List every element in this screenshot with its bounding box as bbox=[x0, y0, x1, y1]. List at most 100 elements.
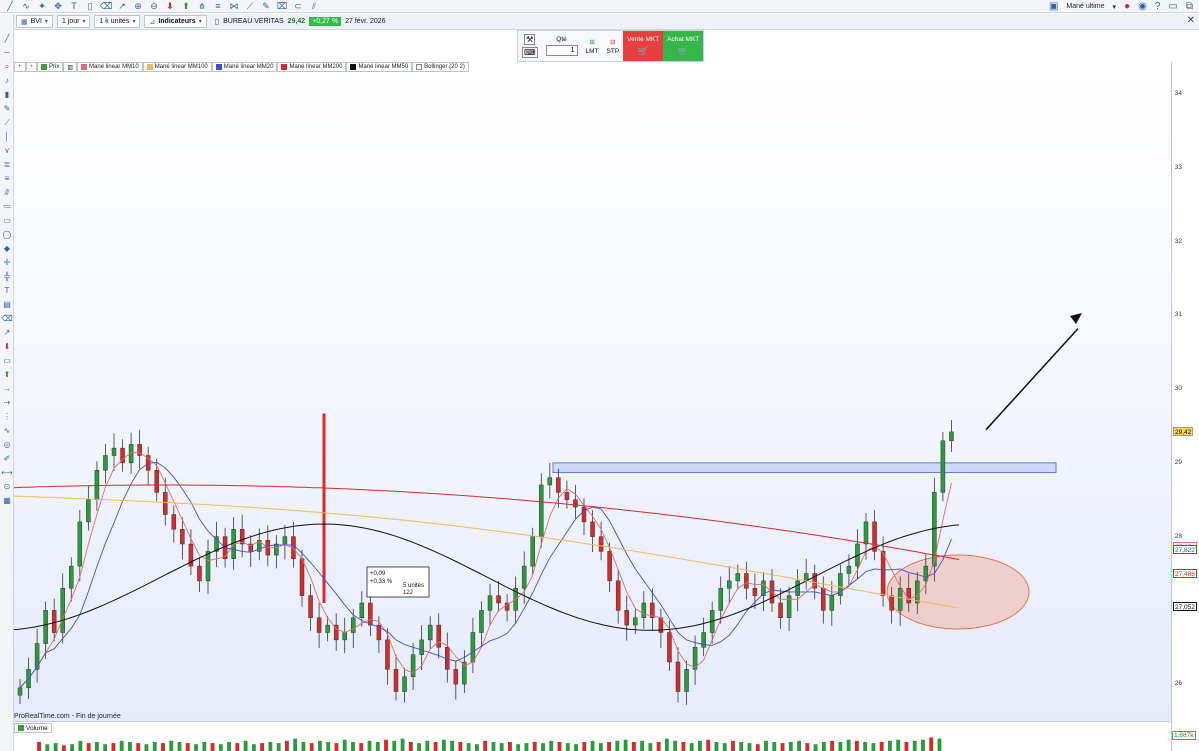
pencil-tool-icon[interactable]: ✐ bbox=[1, 454, 13, 464]
cycles-icon[interactable]: ⊙ bbox=[1, 482, 13, 492]
lines-icon[interactable]: ⫽ bbox=[308, 1, 320, 12]
parallel-icon[interactable]: ≔ bbox=[1, 202, 13, 212]
buy-market-button[interactable]: Achat MKT 🛒 bbox=[663, 31, 704, 61]
eraser-icon[interactable]: ⌧ bbox=[276, 1, 288, 12]
sound-icon[interactable]: ◉ bbox=[1138, 1, 1147, 12]
candle-body bbox=[752, 588, 758, 596]
volume-bar bbox=[830, 740, 835, 751]
delete-icon[interactable]: ⌫ bbox=[1, 314, 13, 324]
pencil-icon[interactable]: ✎ bbox=[260, 1, 272, 12]
lmt-button[interactable]: ⊞ LMT bbox=[582, 31, 603, 61]
quote-mode-select[interactable]: Mané ultime bbox=[1066, 3, 1104, 10]
retrace-icon[interactable]: ≣ bbox=[1, 160, 13, 170]
arrow-up-green-icon[interactable]: ⬆ bbox=[180, 1, 192, 12]
measure-icon[interactable]: ⟷ bbox=[1, 468, 13, 478]
channel-icon[interactable]: ≡ bbox=[212, 1, 224, 12]
trash-icon[interactable]: ⌫ bbox=[100, 1, 113, 12]
help-icon[interactable]: ? bbox=[1155, 1, 1161, 12]
price-axis[interactable]: 34333231302928272629,4227,85427,82227,48… bbox=[1171, 62, 1199, 751]
zoom-tool-icon[interactable]: ⌕ bbox=[1, 62, 13, 72]
volume-chart[interactable] bbox=[14, 721, 1171, 751]
legend-item-price[interactable]: Prix bbox=[37, 62, 64, 72]
buy-arrow-icon[interactable]: ⬆ bbox=[1, 370, 13, 380]
note-icon[interactable]: ▤ bbox=[1, 300, 13, 310]
wave-icon[interactable]: ∿ bbox=[1, 426, 13, 436]
trend-icon[interactable]: ⟋ bbox=[1, 118, 13, 128]
ticker-select[interactable]: ▦ BVI ▾ bbox=[16, 15, 53, 28]
stp-button[interactable]: ⊟ STP bbox=[603, 31, 624, 61]
wrench-icon[interactable]: ⚒ bbox=[524, 34, 536, 45]
close-icon[interactable]: ✕ bbox=[1187, 15, 1195, 26]
legend-add-button[interactable]: + bbox=[14, 62, 26, 72]
arrow-icon[interactable]: ↗ bbox=[1, 328, 13, 338]
bars-icon: ▥ bbox=[67, 64, 74, 71]
arrow-down-red-icon[interactable]: ⬇ bbox=[164, 1, 176, 12]
candle-body bbox=[154, 470, 159, 493]
ma-50-line bbox=[14, 523, 960, 631]
units-select[interactable]: 1 k unités ▾ bbox=[94, 15, 141, 28]
candle-body bbox=[94, 470, 100, 500]
move-icon[interactable]: ✥ bbox=[52, 1, 64, 12]
screen-icon[interactable]: ▭ bbox=[1168, 1, 1177, 12]
document-icon[interactable]: ▯ bbox=[84, 1, 96, 12]
alert-icon[interactable]: ● bbox=[1124, 1, 1130, 12]
indicators-button[interactable]: ⊿ Indicateurs ▾ bbox=[144, 15, 207, 28]
order-settings[interactable]: ⚒ ⌨ bbox=[518, 31, 542, 61]
legend-item-mm200[interactable]: Mané linear MM200 bbox=[277, 62, 347, 72]
legend-item-mm20[interactable]: Mané linear MM20 bbox=[211, 62, 278, 72]
zoom-out-icon[interactable]: ⊖ bbox=[148, 1, 160, 12]
price-chart[interactable]: +0,09 +0,33 % 5 unités12J bbox=[14, 72, 1171, 721]
pattern-icon[interactable]: ⋮ bbox=[1, 412, 13, 422]
qty-input[interactable] bbox=[545, 45, 578, 56]
volume-bar bbox=[185, 743, 190, 751]
channel-tool-icon[interactable]: ⫻ bbox=[1, 188, 13, 198]
eraser-tool-icon[interactable]: ◆ bbox=[1, 244, 13, 254]
bar-icon[interactable]: ▮ bbox=[1, 90, 13, 100]
legend-item-mm100[interactable]: Mané linear MM100 bbox=[142, 62, 212, 72]
layout-icon[interactable]: ⧉ bbox=[1186, 1, 1193, 12]
grid-tool-icon[interactable]: ▦ bbox=[1, 496, 13, 506]
horizontal-line-icon[interactable]: ─ bbox=[1, 48, 13, 58]
text-tool-icon[interactable]: T bbox=[1, 286, 13, 296]
crosshair-icon[interactable]: ╬ bbox=[1, 272, 13, 282]
sell-market-button[interactable]: Vente MKT 🛒 bbox=[623, 31, 664, 61]
ellipse-icon[interactable]: ◯ bbox=[1, 230, 13, 240]
cycle-icon[interactable]: ◎ bbox=[1, 440, 13, 450]
vertical-line-icon[interactable]: │ bbox=[1, 132, 13, 142]
gann-icon[interactable]: ≡ bbox=[1, 174, 13, 184]
chevron-down-icon[interactable]: ▾ bbox=[1113, 3, 1117, 11]
line-tool-icon[interactable]: ╱ bbox=[1, 34, 13, 44]
keyboard-icon[interactable]: ⌨ bbox=[522, 47, 538, 58]
draw-line-icon[interactable]: ╱ bbox=[4, 1, 16, 12]
fan-icon[interactable]: ⋎ bbox=[1, 146, 13, 156]
pitchfork-icon[interactable]: ⋈ bbox=[228, 1, 240, 12]
sell-mark-icon[interactable]: ▭ bbox=[1, 356, 13, 366]
zoom-icon[interactable]: ⊕ bbox=[132, 1, 144, 12]
magnet-icon[interactable]: ⊂ bbox=[292, 1, 304, 12]
candle-body bbox=[897, 588, 903, 611]
legend-item-mm10[interactable]: Mané linear MM10 bbox=[77, 62, 143, 72]
pen-icon[interactable]: ✎ bbox=[1, 104, 13, 114]
draw-curve-icon[interactable]: ∿ bbox=[20, 1, 32, 12]
text-icon[interactable]: T bbox=[68, 1, 80, 12]
legend-item-bollinger[interactable]: Bollinger (20 2) bbox=[412, 62, 469, 72]
ruler-icon[interactable]: ⟋ bbox=[244, 1, 256, 12]
grid-icon[interactable]: ✦ bbox=[36, 1, 48, 12]
volume-legend[interactable]: Volume bbox=[14, 723, 52, 733]
sell-arrow-icon[interactable]: ⬇ bbox=[1, 342, 13, 352]
legend-item-volume-bars[interactable]: ▥ bbox=[63, 62, 78, 72]
arrow-tool-icon[interactable]: ↗ bbox=[116, 1, 128, 12]
arrow-right-2-icon[interactable]: ⇢ bbox=[1, 398, 13, 408]
rectangle-icon[interactable]: ▭ bbox=[1, 216, 13, 226]
legend-item-mm50[interactable]: Mané linear MM50 bbox=[346, 62, 413, 72]
arrow-right-icon[interactable]: → bbox=[1, 384, 13, 394]
volume-bar bbox=[334, 743, 339, 751]
candle-body bbox=[60, 588, 65, 633]
legend-settings-button[interactable]: + bbox=[25, 62, 38, 72]
save-icon[interactable]: ▣ bbox=[1049, 1, 1058, 12]
fibonacci-icon[interactable]: ⋔ bbox=[196, 1, 208, 12]
candle-body bbox=[521, 565, 527, 589]
interval-select[interactable]: 1 jour ▾ bbox=[56, 15, 91, 28]
cross-icon[interactable]: ✛ bbox=[1, 258, 13, 268]
bell-icon[interactable]: ♪ bbox=[1, 76, 13, 86]
